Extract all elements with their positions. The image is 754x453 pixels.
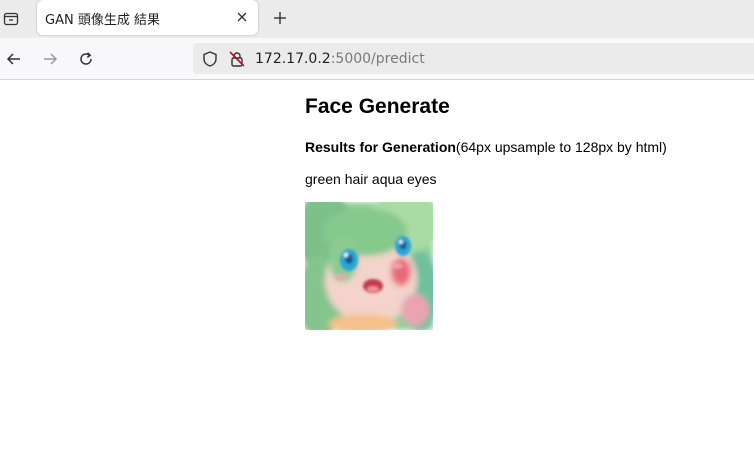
active-tab[interactable]: GAN 頭像生成 結果: [37, 0, 258, 35]
page-title: Face Generate: [305, 95, 450, 118]
url-text[interactable]: 172.17.0.2:5000/predict: [255, 51, 425, 67]
tab-strip: GAN 頭像生成 結果: [0, 0, 754, 38]
url-path: :5000/predict: [330, 51, 425, 67]
plus-icon: [274, 12, 286, 24]
close-icon: [237, 12, 247, 22]
tab-list-button[interactable]: [0, 7, 22, 31]
new-tab-button[interactable]: [268, 7, 292, 29]
tab-list-icon: [3, 12, 19, 26]
tab-title: GAN 頭像生成 結果: [45, 13, 160, 28]
tab-close-button[interactable]: [234, 9, 250, 25]
forward-button[interactable]: [39, 48, 61, 70]
generated-face-image: [305, 202, 433, 330]
results-caption-detail: (64px upsample to 128px by html): [455, 139, 667, 155]
forward-arrow-icon: [44, 53, 58, 65]
reload-icon: [80, 52, 92, 65]
back-arrow-icon: [6, 53, 20, 65]
back-button[interactable]: [3, 48, 25, 70]
reload-button[interactable]: [75, 48, 97, 70]
shield-icon[interactable]: [201, 50, 219, 68]
results-caption-bold: Results for Generation: [305, 139, 456, 155]
address-bar[interactable]: 172.17.0.2:5000/predict: [193, 43, 754, 74]
insecure-lock-icon[interactable]: [228, 50, 246, 68]
navigation-toolbar: 172.17.0.2:5000/predict: [0, 38, 754, 80]
query-text: green hair aqua eyes: [305, 171, 437, 187]
results-caption: Results for Generation(64px upsample to …: [305, 139, 667, 155]
url-host: 172.17.0.2: [255, 51, 331, 67]
